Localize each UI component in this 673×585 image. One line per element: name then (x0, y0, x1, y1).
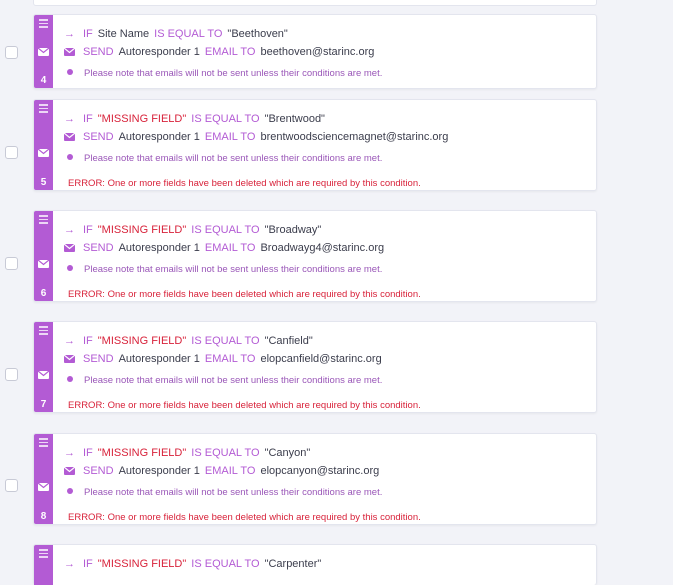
condition-number: 8 (40, 511, 47, 522)
condition-card[interactable]: 7 → IF "MISSING FIELD" IS EQUAL TO "Canfield… (33, 321, 597, 413)
condition-handle[interactable]: 4 (34, 15, 53, 88)
arrow-right-icon: → (64, 224, 75, 236)
condition-field: "MISSING FIELD" (97, 113, 187, 125)
condition-field: "MISSING FIELD" (97, 558, 187, 570)
drag-handle-icon[interactable] (39, 438, 48, 447)
condition-field: "MISSING FIELD" (97, 335, 187, 347)
select-checkbox[interactable] (5, 479, 18, 492)
info-dot-icon (67, 154, 73, 160)
recipient-email: elopcanfield@starinc.org (260, 353, 382, 365)
note-row: Please note that emails will not be sent… (64, 262, 382, 277)
arrow-right-icon: → (64, 335, 75, 347)
condition-handle[interactable]: 7 (34, 322, 53, 412)
condition-field: "MISSING FIELD" (97, 447, 187, 459)
responder-name: Autoresponder 1 (118, 242, 200, 254)
select-checkbox[interactable] (5, 146, 18, 159)
email-action-icon (38, 371, 49, 379)
condition-card[interactable]: → IF "MISSING FIELD" IS EQUAL TO "Carpenter" (33, 544, 597, 585)
responder-name: Autoresponder 1 (118, 46, 200, 58)
error-message: ERROR: One or more fields have been dele… (68, 400, 421, 411)
recipient-email: brentwoodsciencemagnet@starinc.org (260, 131, 449, 143)
condition-card[interactable]: 5 → IF "MISSING FIELD" IS EQUAL TO "Brentwoo… (33, 99, 597, 191)
responder-name: Autoresponder 1 (118, 131, 200, 143)
condition-card[interactable]: 6 → IF "MISSING FIELD" IS EQUAL TO "Broadway… (33, 210, 597, 302)
condition-field: "MISSING FIELD" (97, 224, 187, 236)
condition-value: "Canyon" (264, 447, 311, 459)
condition-card[interactable]: 4 → IF Site Name IS EQUAL TO "Beethoven" SEN… (33, 14, 597, 89)
select-checkbox[interactable] (5, 46, 18, 59)
if-row: → IF "MISSING FIELD" IS EQUAL TO "Brentwood" (64, 113, 325, 125)
select-checkbox[interactable] (5, 368, 18, 381)
error-message: ERROR: One or more fields have been dele… (68, 289, 421, 300)
recipient-email: elopcanyon@starinc.org (260, 465, 380, 477)
condition-handle[interactable]: 8 (34, 434, 53, 524)
mail-icon (64, 467, 75, 475)
condition-value: "Broadway" (264, 224, 322, 236)
note-row: Please note that emails will not be sent… (64, 485, 382, 500)
send-row: SEND Autoresponder 1 EMAIL TO beethoven@sta… (64, 45, 374, 59)
drag-handle-icon[interactable] (39, 549, 48, 558)
note-row: Please note that emails will not be sent… (64, 66, 382, 81)
condition-card[interactable]: 8 → IF "MISSING FIELD" IS EQUAL TO "Canyon" … (33, 433, 597, 525)
condition-handle[interactable]: 5 (34, 100, 53, 190)
mail-icon (64, 48, 75, 56)
if-row: → IF Site Name IS EQUAL TO "Beethoven" (64, 28, 288, 40)
responder-name: Autoresponder 1 (118, 353, 200, 365)
email-action-icon (38, 48, 49, 56)
note-row: Please note that emails will not be sent… (64, 373, 382, 388)
condition-handle[interactable] (34, 545, 53, 585)
if-row: → IF "MISSING FIELD" IS EQUAL TO "Carpenter" (64, 558, 322, 570)
mail-icon (64, 355, 75, 363)
email-action-icon (38, 149, 49, 157)
condition-value: "Beethoven" (227, 28, 288, 40)
info-dot-icon (67, 488, 73, 494)
drag-handle-icon[interactable] (39, 326, 48, 335)
if-row: → IF "MISSING FIELD" IS EQUAL TO "Canyon" (64, 447, 311, 459)
drag-handle-icon[interactable] (39, 19, 48, 28)
drag-handle-icon[interactable] (39, 215, 48, 224)
condition-value: "Carpenter" (264, 558, 322, 570)
send-row: SEND Autoresponder 1 EMAIL TO elopcanfield@… (64, 352, 382, 366)
drag-handle-icon[interactable] (39, 104, 48, 113)
info-dot-icon (67, 69, 73, 75)
info-dot-icon (67, 376, 73, 382)
if-row: → IF "MISSING FIELD" IS EQUAL TO "Broadway" (64, 224, 322, 236)
info-dot-icon (67, 265, 73, 271)
condition-number: 7 (40, 399, 47, 410)
condition-number: 6 (40, 288, 47, 299)
mail-icon (64, 133, 75, 141)
condition-number: 5 (40, 177, 47, 188)
error-message: ERROR: One or more fields have been dele… (68, 512, 421, 523)
condition-value: "Brentwood" (264, 113, 325, 125)
recipient-email: beethoven@starinc.org (260, 46, 375, 58)
select-checkbox[interactable] (5, 257, 18, 270)
send-row: SEND Autoresponder 1 EMAIL TO elopcanyon@st… (64, 464, 379, 478)
arrow-right-icon: → (64, 558, 75, 570)
condition-field: Site Name (97, 28, 150, 40)
arrow-right-icon: → (64, 28, 75, 40)
send-row: SEND Autoresponder 1 EMAIL TO brentwoodscie… (64, 130, 448, 144)
condition-value: "Canfield" (264, 335, 313, 347)
email-action-icon (38, 260, 49, 268)
condition-handle[interactable]: 6 (34, 211, 53, 301)
email-action-icon (38, 483, 49, 491)
previous-condition-card (33, 0, 597, 6)
note-row: Please note that emails will not be sent… (64, 151, 382, 166)
mail-icon (64, 244, 75, 252)
error-message: ERROR: One or more fields have been dele… (68, 178, 421, 189)
responder-name: Autoresponder 1 (118, 465, 200, 477)
arrow-right-icon: → (64, 113, 75, 125)
arrow-right-icon: → (64, 447, 75, 459)
condition-number: 4 (40, 75, 47, 86)
if-row: → IF "MISSING FIELD" IS EQUAL TO "Canfield" (64, 335, 313, 347)
send-row: SEND Autoresponder 1 EMAIL TO Broadwayg4@st… (64, 241, 384, 255)
recipient-email: Broadwayg4@starinc.org (260, 242, 385, 254)
